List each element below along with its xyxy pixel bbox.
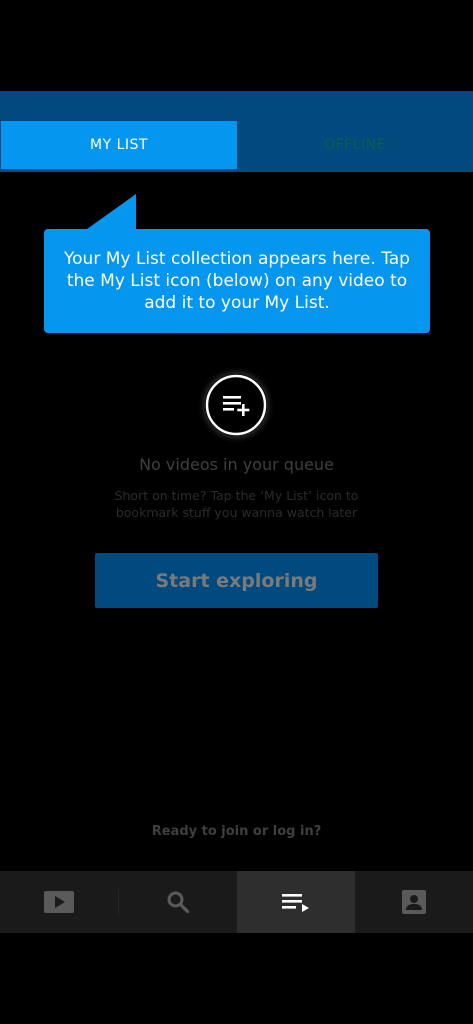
playlist-icon xyxy=(282,894,309,912)
empty-state-description: Short on time? Tap the ‘My List’ icon to… xyxy=(114,488,359,520)
start-exploring-button[interactable]: Start exploring xyxy=(95,553,378,608)
nav-my-list[interactable] xyxy=(237,871,355,933)
nav-search[interactable] xyxy=(119,871,237,933)
my-list-tooltip: Your My List collection appears here. Ta… xyxy=(44,229,430,333)
tab-my-list[interactable]: MY LIST xyxy=(1,121,237,169)
tab-bar: MY LIST OFFLINE xyxy=(0,91,473,172)
list-add-icon xyxy=(205,374,267,436)
join-or-login-link[interactable]: Ready to join or log in? xyxy=(0,824,473,839)
start-exploring-label: Start exploring xyxy=(155,569,318,592)
bottom-navigation xyxy=(0,871,473,933)
account-icon xyxy=(402,890,426,914)
play-icon xyxy=(44,891,74,913)
tooltip-text: Your My List collection appears here. Ta… xyxy=(64,249,410,313)
empty-state-title: No videos in your queue xyxy=(139,455,334,474)
tab-offline[interactable]: OFFLINE xyxy=(237,121,473,169)
nav-home[interactable] xyxy=(0,871,118,933)
search-icon xyxy=(167,891,190,914)
nav-profile[interactable] xyxy=(355,871,473,933)
